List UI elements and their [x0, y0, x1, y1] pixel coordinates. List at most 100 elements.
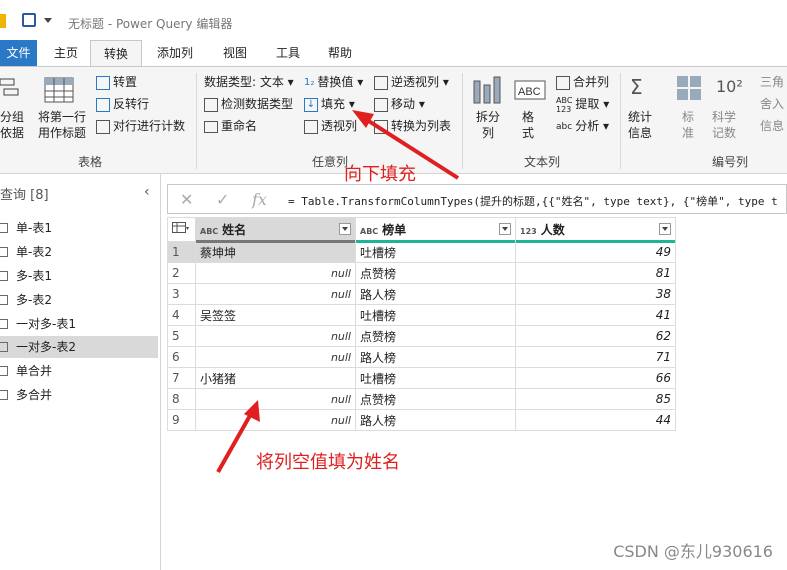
tab-add-column[interactable]: 添加列 [152, 40, 198, 66]
split-column-button[interactable] [472, 75, 502, 108]
pivot-column-button[interactable]: 透视列 [304, 117, 357, 134]
cell-list[interactable]: 路人榜 [355, 283, 516, 305]
trig-button[interactable]: 三角 [760, 73, 784, 90]
cell-count[interactable]: 38 [515, 283, 676, 305]
format-button[interactable]: ABC [514, 77, 546, 106]
query-item[interactable]: 单-表2 [0, 241, 158, 263]
confirm-formula-icon[interactable]: ✓ [216, 190, 229, 209]
cell-list[interactable]: 吐槽榜 [355, 367, 516, 389]
fill-button[interactable]: ↓ 填充 ▾ [304, 95, 355, 112]
save-icon[interactable] [22, 13, 36, 27]
number-type-icon[interactable]: 123 [520, 227, 537, 236]
text-type-icon[interactable]: ABC [360, 227, 378, 236]
table-row[interactable]: 5 null 点赞榜 62 [167, 325, 676, 347]
tab-transform[interactable]: 转换 [90, 40, 142, 66]
cell-name[interactable]: null [195, 388, 356, 410]
group-by-button[interactable] [0, 77, 22, 106]
group-by-icon [0, 78, 19, 96]
cell-list[interactable]: 点赞榜 [355, 262, 516, 284]
column-header-list[interactable]: ABC 榜单 [355, 217, 516, 243]
quick-access-dropdown-icon[interactable] [44, 18, 52, 23]
move-button[interactable]: 移动 ▾ [374, 95, 425, 112]
cell-count[interactable]: 85 [515, 388, 676, 410]
tab-help[interactable]: 帮助 [322, 40, 358, 66]
query-item[interactable]: 单-表1 [0, 217, 158, 239]
cell-name[interactable]: null [195, 262, 356, 284]
cell-name[interactable]: null [195, 283, 356, 305]
table-row[interactable]: 1 蔡坤坤 吐槽榜 49 [167, 241, 676, 263]
text-type-icon[interactable]: ABC [200, 227, 218, 236]
use-first-row-button[interactable] [32, 77, 74, 108]
table-row[interactable]: 4 吴签签 吐槽榜 41 [167, 304, 676, 326]
fill-down-icon: ↓ [304, 97, 318, 112]
row-number: 7 [167, 367, 196, 389]
cell-count[interactable]: 62 [515, 325, 676, 347]
cell-name[interactable]: 吴签签 [195, 304, 356, 326]
cell-count[interactable]: 66 [515, 367, 676, 389]
information-button[interactable]: 信息 [760, 117, 784, 134]
table-row[interactable]: 6 null 路人榜 71 [167, 346, 676, 368]
table-row[interactable]: 3 null 路人榜 38 [167, 283, 676, 305]
rounding-button[interactable]: 舍入 [760, 95, 784, 112]
query-item[interactable]: 单合并 [0, 360, 158, 382]
count-rows-button[interactable]: 对行进行计数 [96, 117, 185, 134]
pivot-icon [304, 119, 318, 134]
table-row[interactable]: 7 小猪猪 吐槽榜 66 [167, 367, 676, 389]
replace-values-button[interactable]: 1₂ 替换值 ▾ [304, 73, 363, 90]
formula-text[interactable]: = Table.TransformColumnTypes(提升的标题,{{"姓名… [288, 193, 778, 209]
cell-count[interactable]: 81 [515, 262, 676, 284]
cell-name[interactable]: null [195, 325, 356, 347]
watermark: CSDN @东儿930616 [613, 542, 773, 561]
column-header-name[interactable]: ABC 姓名 [195, 217, 356, 243]
data-type-dropdown[interactable]: 数据类型: 文本 ▾ [204, 73, 294, 90]
query-item[interactable]: 一对多-表1 [0, 313, 158, 335]
table-row[interactable]: 9 null 路人榜 44 [167, 409, 676, 431]
extract-button[interactable]: ABC 123 提取 ▾ [556, 95, 609, 114]
unpivot-button[interactable]: 逆透视列 ▾ [374, 73, 449, 90]
table-icon [0, 223, 8, 233]
cell-count[interactable]: 71 [515, 346, 676, 368]
rename-button[interactable]: 重命名 [204, 117, 257, 134]
table-menu-icon[interactable] [167, 217, 196, 242]
tab-file[interactable]: 文件 [0, 40, 37, 66]
table-row[interactable]: 8 null 点赞榜 85 [167, 388, 676, 410]
cell-list[interactable]: 路人榜 [355, 409, 516, 431]
fx-icon[interactable]: fx [252, 190, 267, 209]
cell-list[interactable]: 路人榜 [355, 346, 516, 368]
column-header-count[interactable]: 123 人数 [515, 217, 676, 243]
merge-columns-button[interactable]: 合并列 [556, 73, 609, 90]
cell-list[interactable]: 吐槽榜 [355, 304, 516, 326]
cell-name[interactable]: null [195, 346, 356, 368]
cell-count[interactable]: 41 [515, 304, 676, 326]
query-item[interactable]: 多-表2 [0, 289, 158, 311]
transpose-button[interactable]: 转置 [96, 73, 137, 90]
query-item[interactable]: 多合并 [0, 384, 158, 406]
cell-list[interactable]: 吐槽榜 [355, 241, 516, 263]
query-item[interactable]: 多-表1 [0, 265, 158, 287]
column-filter-dropdown[interactable] [499, 223, 511, 235]
standard-button[interactable] [676, 75, 702, 104]
collapse-pane-icon[interactable]: ‹ [144, 184, 150, 200]
cell-list[interactable]: 点赞榜 [355, 325, 516, 347]
parse-button[interactable]: abc 分析 ▾ [556, 117, 609, 134]
cell-name[interactable]: 小猪猪 [195, 367, 356, 389]
scientific-button[interactable]: 10² [716, 77, 743, 96]
convert-to-list-button[interactable]: 转换为列表 [374, 117, 451, 134]
cell-name[interactable]: 蔡坤坤 [195, 241, 356, 263]
reverse-rows-button[interactable]: 反转行 [96, 95, 149, 112]
tab-tools[interactable]: 工具 [270, 40, 306, 66]
cell-count[interactable]: 49 [515, 241, 676, 263]
tab-home[interactable]: 主页 [48, 40, 84, 66]
cancel-formula-icon[interactable]: ✕ [180, 190, 193, 209]
query-item-selected[interactable]: 一对多-表2 [0, 336, 158, 358]
statistics-button[interactable]: Σ [630, 75, 643, 99]
cell-list[interactable]: 点赞榜 [355, 388, 516, 410]
rename-icon [204, 120, 218, 133]
tab-view[interactable]: 视图 [218, 40, 252, 66]
table-row[interactable]: 2 null 点赞榜 81 [167, 262, 676, 284]
column-filter-dropdown[interactable] [339, 223, 351, 235]
column-filter-dropdown[interactable] [659, 223, 671, 235]
cell-name[interactable]: null [195, 409, 356, 431]
detect-type-button[interactable]: 检测数据类型 [204, 95, 293, 112]
cell-count[interactable]: 44 [515, 409, 676, 431]
